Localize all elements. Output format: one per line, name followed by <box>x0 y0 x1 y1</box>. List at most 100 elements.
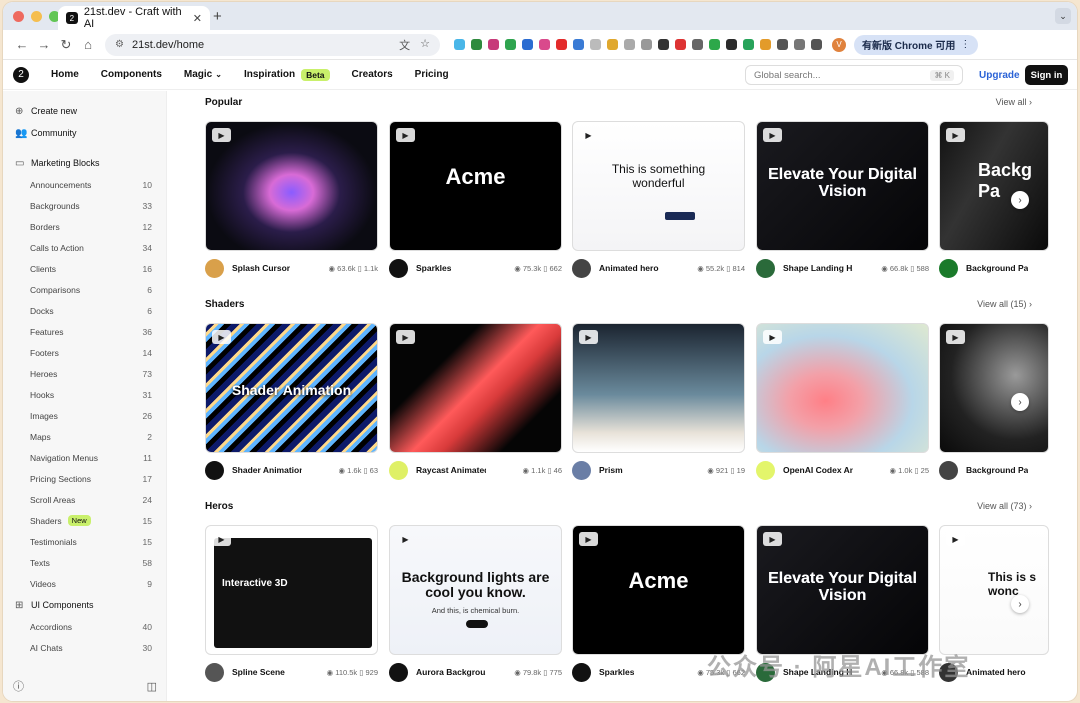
extension-icon[interactable] <box>573 39 584 50</box>
sidebar-item[interactable]: Features 36 <box>3 321 166 342</box>
marketing-blocks-section[interactable]: ▭ Marketing Blocks <box>3 152 166 174</box>
sidebar-item[interactable]: Videos 9 <box>3 573 166 594</box>
card-title[interactable]: Background Pa <box>966 465 1028 475</box>
sidebar-item[interactable]: Calls to Action 34 <box>3 237 166 258</box>
extension-icon[interactable] <box>454 39 465 50</box>
browser-tab[interactable]: 2 21st.dev - Craft with AI ✕ <box>58 6 210 30</box>
card-title[interactable]: Spline Scene <box>232 667 285 677</box>
sidebar-item[interactable]: Backgrounds 33 <box>3 195 166 216</box>
author-avatar[interactable] <box>756 460 775 480</box>
create-new-link[interactable]: ⊕ Create new <box>15 100 166 122</box>
sidebar-item[interactable]: Announcements 10 <box>3 174 166 195</box>
extension-icon[interactable] <box>522 39 533 50</box>
sidebar-item[interactable]: Scroll Areas 24 <box>3 489 166 510</box>
tab-search-chevron-icon[interactable]: ⌄ <box>1055 8 1071 24</box>
component-card[interactable]: ▶ <box>756 323 929 453</box>
url-field[interactable]: ⚙ 21st.dev/home 文 ☆ <box>105 33 440 56</box>
nav-creators[interactable]: Creators <box>352 69 393 81</box>
sidebar-item[interactable]: Texts 58 <box>3 552 166 573</box>
bookmark-star-icon[interactable]: ☆ <box>420 37 430 53</box>
card-title[interactable]: Sparkles <box>599 667 634 677</box>
component-card[interactable]: ▶ Backg Pa <box>939 121 1049 251</box>
ui-components-section[interactable]: ⊞ UI Components <box>3 594 166 616</box>
sidebar-item[interactable]: Hooks 31 <box>3 384 166 405</box>
puzzle-icon[interactable] <box>777 39 788 50</box>
site-logo[interactable]: 2 <box>13 66 29 83</box>
sidebar-item[interactable]: Heroes 73 <box>3 363 166 384</box>
extension-icon[interactable] <box>658 39 669 50</box>
author-avatar[interactable] <box>572 258 591 278</box>
extension-icon[interactable] <box>760 39 771 50</box>
global-search-input[interactable]: Global search... ⌘ K <box>745 65 963 85</box>
profile-avatar[interactable]: V <box>832 37 846 52</box>
author-avatar[interactable] <box>572 460 591 480</box>
extension-icon[interactable] <box>539 39 550 50</box>
component-card[interactable]: ▶ This is s wonc <box>939 525 1049 655</box>
extension-icon[interactable] <box>471 39 482 50</box>
sidebar-item[interactable]: Images 26 <box>3 405 166 426</box>
card-title[interactable]: Animated hero <box>966 667 1026 677</box>
component-card[interactable]: ▶ This is something wonderful Sign up now <box>572 121 745 251</box>
author-avatar[interactable] <box>389 258 408 278</box>
author-avatar[interactable] <box>205 460 224 480</box>
forward-arrow-icon[interactable]: → <box>33 37 55 52</box>
sidebar-item[interactable]: Comparisons 6 <box>3 279 166 300</box>
view-all-link[interactable]: View all (15) › <box>977 299 1032 309</box>
extension-icon[interactable] <box>675 39 686 50</box>
sidebar-item[interactable]: Clients 16 <box>3 258 166 279</box>
component-card[interactable]: ▶ <box>939 323 1049 453</box>
sidebar-item[interactable]: Maps 2 <box>3 426 166 447</box>
author-avatar[interactable] <box>939 460 958 480</box>
component-card[interactable]: ▶ Elevate Your Digital Vision <box>756 525 929 655</box>
extension-icon[interactable] <box>726 39 737 50</box>
extension-icon[interactable] <box>607 39 618 50</box>
carousel-next-button[interactable]: › <box>1011 595 1029 613</box>
component-card[interactable]: ▶ Elevate Your Digital Vision <box>756 121 929 251</box>
nav-magic[interactable]: Magic ⌄ <box>184 69 222 81</box>
card-title[interactable]: Shape Landing H... <box>783 263 853 273</box>
extension-icon[interactable] <box>743 39 754 50</box>
new-tab-button[interactable]: + <box>213 8 222 25</box>
component-card[interactable]: ▶ <box>205 121 378 251</box>
collapse-sidebar-icon[interactable]: ◫ <box>147 680 157 693</box>
component-card[interactable]: ▶ <box>572 323 745 453</box>
nav-pricing[interactable]: Pricing <box>415 69 449 81</box>
extension-icon[interactable] <box>505 39 516 50</box>
home-icon[interactable]: ⌂ <box>77 37 99 52</box>
card-title[interactable]: OpenAI Codex Ani... <box>783 465 853 475</box>
sidebar-item[interactable]: Borders 12 <box>3 216 166 237</box>
sidebar-item[interactable]: Navigation Menus 11 <box>3 447 166 468</box>
site-settings-icon[interactable]: ⚙ <box>115 39 124 50</box>
extension-icon[interactable] <box>709 39 720 50</box>
author-avatar[interactable] <box>205 662 224 682</box>
author-avatar[interactable] <box>939 258 958 278</box>
extension-icon[interactable] <box>641 39 652 50</box>
sidebar-item[interactable]: Docks 6 <box>3 300 166 321</box>
carousel-next-button[interactable]: › <box>1011 393 1029 411</box>
close-tab-icon[interactable]: ✕ <box>193 12 202 25</box>
upgrade-link[interactable]: Upgrade <box>979 70 1020 81</box>
card-title[interactable]: Splash Cursor <box>232 263 290 273</box>
card-title[interactable]: Aurora Backgrou... <box>416 667 486 677</box>
sidebar-item[interactable]: Footers 14 <box>3 342 166 363</box>
component-card[interactable]: ▶ Acme <box>389 121 562 251</box>
extension-icon[interactable] <box>692 39 703 50</box>
sign-in-button[interactable]: Sign in <box>1025 65 1068 85</box>
close-window-button[interactable] <box>13 10 24 22</box>
component-card[interactable]: ▶ Shader Animation <box>205 323 378 453</box>
component-card[interactable]: ▶ Acme <box>572 525 745 655</box>
card-title[interactable]: Sparkles <box>416 263 451 273</box>
help-icon[interactable]: ⓘ <box>13 678 24 694</box>
author-avatar[interactable] <box>205 258 224 278</box>
extension-icon[interactable] <box>624 39 635 50</box>
nav-inspiration[interactable]: Inspiration Beta <box>244 68 330 81</box>
translate-icon[interactable]: 文 <box>399 37 410 53</box>
extension-icon[interactable] <box>488 39 499 50</box>
extension-icon[interactable] <box>556 39 567 50</box>
view-all-link[interactable]: View all (73) › <box>977 501 1032 511</box>
minimize-window-button[interactable] <box>31 10 42 22</box>
author-avatar[interactable] <box>756 258 775 278</box>
sidebar-item[interactable]: AI Chats 30 <box>3 637 166 658</box>
chrome-update-button[interactable]: 有新版 Chrome 可用 ⋮ <box>854 34 979 55</box>
back-arrow-icon[interactable]: ← <box>11 37 33 52</box>
